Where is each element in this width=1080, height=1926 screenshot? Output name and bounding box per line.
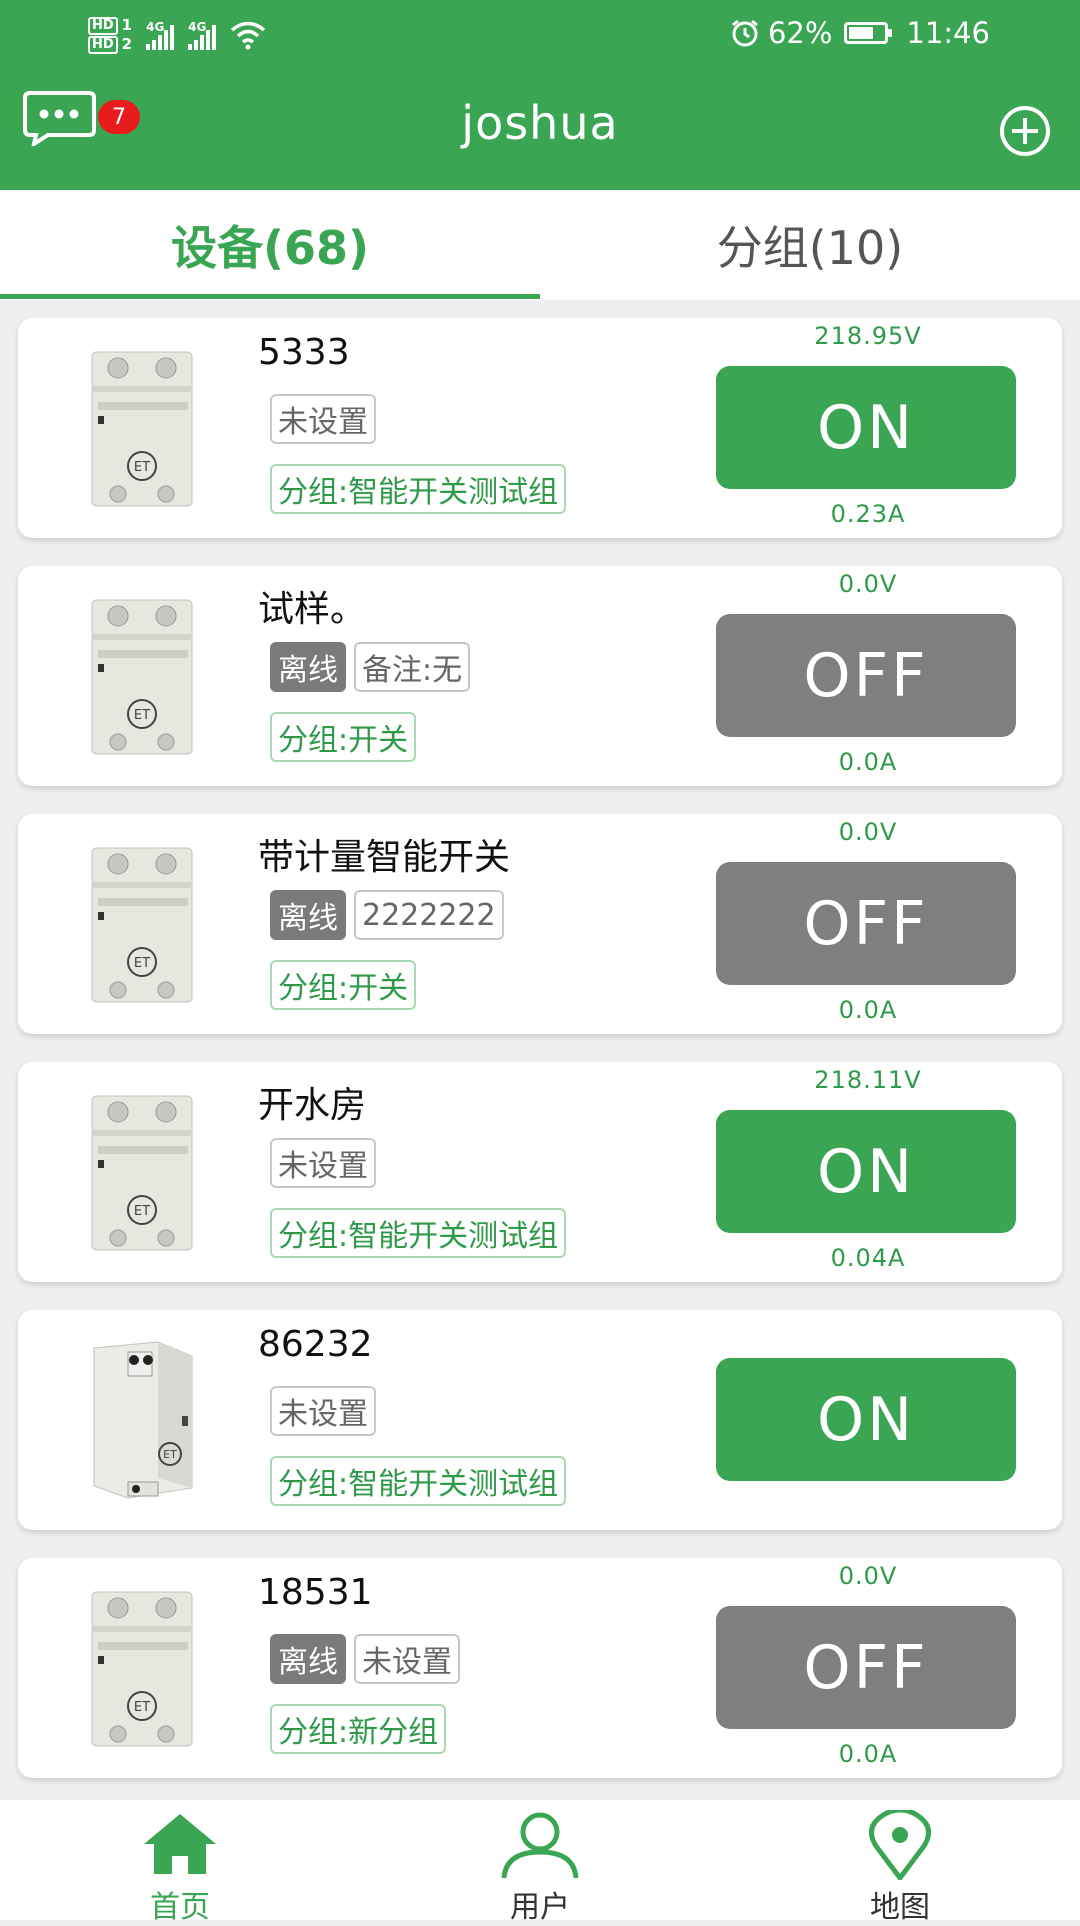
user-icon: [501, 1812, 579, 1879]
device-chips: 未设置: [270, 1386, 376, 1436]
svg-text:ET: ET: [163, 1448, 177, 1461]
nav-home[interactable]: 首页: [0, 1800, 360, 1925]
device-chips: 离线 备注:无: [270, 642, 471, 692]
home-icon: [144, 1814, 216, 1874]
device-card[interactable]: ET 试样。 离线 备注:无 分组:开关 0.0V OFF 0.0A: [18, 566, 1062, 786]
device-list: ET 5333 未设置 分组:智能开关测试组 218.95V ON 0.23A …: [0, 300, 1080, 1800]
nav-home-label: 首页: [150, 1890, 210, 1925]
nav-map[interactable]: 地图: [720, 1800, 1080, 1925]
voltage-reading: 218.11V: [814, 1066, 922, 1094]
device-name: 开水房: [258, 1085, 367, 1126]
hd-indicators: HD 1 HD 2: [88, 16, 132, 54]
group-chip: 分组:智能开关测试组: [270, 1456, 567, 1506]
device-name: 带计量智能开关: [258, 837, 511, 878]
svg-text:ET: ET: [134, 1700, 150, 1715]
breaker-image: ET: [91, 351, 193, 507]
svg-text:ET: ET: [134, 460, 150, 475]
current-reading: 0.0A: [838, 996, 898, 1024]
wifi-icon: [231, 21, 266, 50]
breaker-image: ET: [91, 599, 193, 755]
net1-label: 4G: [146, 20, 165, 34]
device-chips: 未设置: [270, 394, 376, 444]
app-bar: 7 joshua: [0, 66, 1080, 190]
voltage-reading: 218.95V: [814, 322, 922, 350]
current-reading: 0.0A: [838, 1740, 898, 1768]
tab-bar: 设备(68) 分组(10): [0, 190, 1080, 300]
tab-indicator: [0, 294, 540, 299]
status-right: 62% 11:46: [730, 10, 990, 56]
group-chip: 分组:智能开关测试组: [270, 464, 567, 514]
hd2-label: HD: [88, 35, 118, 54]
signal-2-icon: 4G: [188, 20, 217, 50]
note-chip: 2222222: [354, 890, 504, 940]
tab-groups[interactable]: 分组(10): [540, 190, 1080, 300]
net2-label: 4G: [188, 20, 207, 34]
tab-devices[interactable]: 设备(68): [0, 190, 540, 300]
device-chips: 未设置: [270, 1138, 376, 1188]
breaker-image: ET: [93, 1341, 193, 1499]
device-card[interactable]: ET 开水房 未设置 分组:智能开关测试组 218.11V ON 0.04A: [18, 1062, 1062, 1282]
voltage-reading: 0.0V: [838, 818, 898, 846]
status-left: HD 1 HD 2 4G 4G: [88, 10, 266, 60]
battery-percent: 62%: [767, 16, 833, 50]
device-card[interactable]: ET 带计量智能开关 离线 2222222 分组:开关 0.0V OFF 0.0…: [18, 814, 1062, 1034]
status-bar: HD 1 HD 2 4G 4G 62% 11:46: [0, 0, 1080, 66]
hd1-label: HD: [88, 16, 118, 35]
group-chip: 分组:开关: [270, 712, 417, 762]
device-name: 18531: [258, 1572, 373, 1613]
device-card[interactable]: ET 86232 未设置 分组:智能开关测试组 ON: [18, 1310, 1062, 1530]
svg-text:ET: ET: [134, 956, 150, 971]
device-chips: 离线 2222222: [270, 890, 504, 940]
voltage-reading: 0.0V: [838, 1562, 898, 1590]
bottom-nav: 首页 用户 地图: [0, 1800, 1080, 1925]
alarm-icon: [732, 19, 758, 47]
hd2-num: 2: [121, 35, 133, 53]
note-chip: 备注:无: [354, 642, 471, 692]
nav-user-label: 用户: [510, 1890, 570, 1925]
current-reading: 0.0A: [838, 748, 898, 776]
power-toggle-button[interactable]: ON: [716, 1358, 1016, 1481]
hd1-num: 1: [121, 16, 133, 34]
power-toggle-button[interactable]: OFF: [716, 1606, 1016, 1729]
nav-map-label: 地图: [870, 1890, 930, 1925]
breaker-image: ET: [91, 847, 193, 1003]
device-card[interactable]: ET 5333 未设置 分组:智能开关测试组 218.95V ON 0.23A: [18, 318, 1062, 538]
breaker-image: ET: [91, 1591, 193, 1747]
current-reading: 0.23A: [830, 500, 906, 528]
offline-chip: 离线: [270, 1634, 346, 1684]
power-toggle-button[interactable]: OFF: [716, 862, 1016, 985]
breaker-image: ET: [91, 1095, 193, 1251]
group-chip: 分组:开关: [270, 960, 417, 1010]
clock: 11:46: [906, 16, 990, 50]
device-chips: 离线 未设置: [270, 1634, 460, 1684]
device-name: 试样。: [258, 589, 367, 630]
map-pin-icon: [869, 1810, 931, 1880]
nav-user[interactable]: 用户: [360, 1800, 720, 1925]
battery-icon: [844, 22, 893, 44]
note-chip: 未设置: [270, 394, 376, 444]
offline-chip: 离线: [270, 890, 346, 940]
signal-1-icon: 4G: [146, 20, 175, 50]
svg-text:ET: ET: [134, 708, 150, 723]
note-chip: 未设置: [354, 1634, 460, 1684]
power-toggle-button[interactable]: ON: [716, 366, 1016, 489]
group-chip: 分组:智能开关测试组: [270, 1208, 567, 1258]
group-chip: 分组:新分组: [270, 1704, 447, 1754]
power-toggle-button[interactable]: ON: [716, 1110, 1016, 1233]
device-card[interactable]: ET 18531 离线 未设置 分组:新分组 0.0V OFF 0.0A: [18, 1558, 1062, 1778]
page-title: joshua: [461, 96, 619, 150]
offline-chip: 离线: [270, 642, 346, 692]
device-name: 86232: [258, 1324, 373, 1365]
current-reading: 0.04A: [830, 1244, 906, 1272]
svg-text:ET: ET: [134, 1204, 150, 1219]
add-circle-icon[interactable]: [998, 104, 1052, 158]
voltage-reading: 0.0V: [838, 570, 898, 598]
note-chip: 未设置: [270, 1138, 376, 1188]
device-name: 5333: [258, 332, 350, 373]
power-toggle-button[interactable]: OFF: [716, 614, 1016, 737]
note-chip: 未设置: [270, 1386, 376, 1436]
